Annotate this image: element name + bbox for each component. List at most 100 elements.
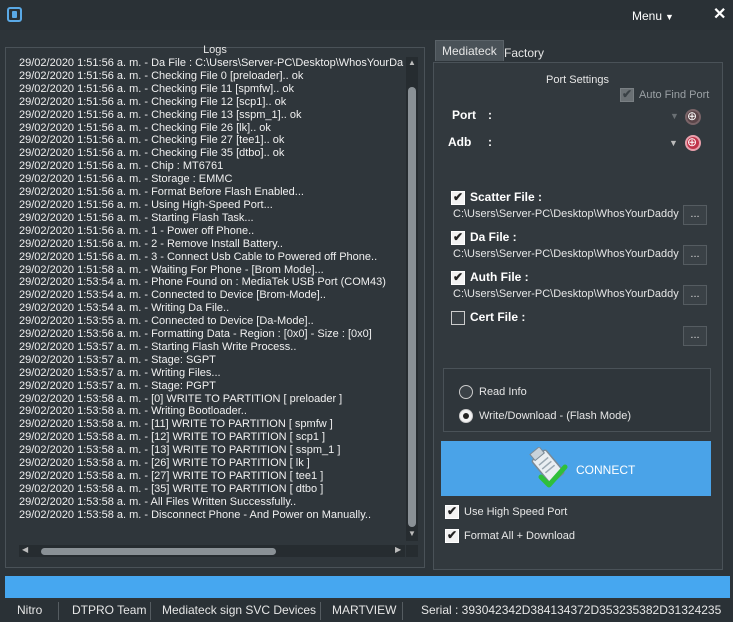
log-line: 29/02/2020 1:53:58 a. m. - [27] WRITE TO… — [19, 470, 324, 482]
log-line: 29/02/2020 1:53:54 a. m. - Connected to … — [19, 289, 326, 302]
da-file-checkbox[interactable]: Da File : — [451, 230, 517, 245]
auto-find-label: Auto Find Port — [639, 88, 710, 101]
scroll-left-icon[interactable]: ◀ — [22, 545, 28, 554]
high-speed-port-checkbox[interactable]: Use High Speed Port — [445, 504, 568, 519]
da-file-label: Da File : — [470, 230, 517, 244]
status-item-serial: Serial : 393042342D384134372D353235382D3… — [421, 603, 722, 617]
log-line: 29/02/2020 1:51:56 a. m. - Chip : MT6761 — [19, 160, 224, 173]
log-line: 29/02/2020 1:53:58 a. m. - Writing Bootl… — [19, 405, 247, 418]
port-refresh-icon[interactable] — [685, 109, 701, 125]
horizontal-scrollbar[interactable]: ◀ ▶ — [19, 545, 405, 557]
scroll-up-icon[interactable]: ▲ — [407, 58, 417, 67]
read-info-label: Read Info — [479, 386, 527, 398]
checkbox-icon[interactable] — [445, 528, 459, 543]
scroll-down-icon[interactable]: ▼ — [407, 529, 417, 538]
app-icon — [7, 7, 22, 22]
scroll-right-icon[interactable]: ▶ — [395, 545, 401, 554]
log-line: 29/02/2020 1:53:58 a. m. - [12] WRITE TO… — [19, 431, 326, 444]
da-file-path: C:\Users\Server-PC\Desktop\WhosYourDaddy — [453, 248, 679, 260]
cert-file-label: Cert File : — [470, 310, 526, 324]
connect-label: CONNECT — [576, 463, 636, 477]
high-speed-label: Use High Speed Port — [464, 505, 568, 518]
cert-browse-button[interactable]: ... — [683, 326, 707, 346]
log-line: 29/02/2020 1:53:58 a. m. - Disconnect Ph… — [19, 508, 372, 521]
menu-label: Menu — [632, 9, 663, 23]
status-separator — [150, 602, 151, 620]
checkbox-icon[interactable] — [451, 230, 465, 245]
adb-dropdown-icon[interactable]: ▼ — [669, 138, 678, 148]
read-info-radio[interactable] — [459, 385, 473, 399]
scrollbar-thumb[interactable] — [408, 87, 416, 527]
log-line: 29/02/2020 1:53:58 a. m. - [35] WRITE TO… — [19, 482, 324, 495]
vertical-scrollbar[interactable]: ▲ ▼ — [406, 57, 418, 541]
log-line: 29/02/2020 1:53:54 a. m. - Phone Found o… — [19, 276, 386, 289]
status-separator — [58, 602, 59, 620]
port-dropdown-icon[interactable]: ▼ — [670, 111, 679, 121]
chevron-down-icon: ▼ — [665, 12, 674, 22]
scrollbar-corner — [406, 545, 418, 557]
scrollbar-thumb[interactable] — [41, 548, 276, 555]
port-label: Port — [452, 108, 476, 122]
adb-label: Adb — [448, 135, 472, 149]
log-line: 29/02/2020 1:53:58 a. m. - All Files Wri… — [19, 495, 297, 508]
log-line: 29/02/2020 1:53:57 a. m. - Writing Files… — [19, 366, 221, 379]
scatter-file-checkbox[interactable]: Scatter File : — [451, 190, 542, 205]
checkbox-icon[interactable] — [620, 87, 634, 102]
log-line: 29/02/2020 1:53:58 a. m. - [26] WRITE TO… — [19, 457, 310, 470]
title-bar: Menu ▼ ✕ — [0, 0, 733, 30]
status-separator — [402, 602, 403, 620]
log-line: 29/02/2020 1:51:58 a. m. - Waiting For P… — [19, 263, 324, 276]
log-line: 29/02/2020 1:51:56 a. m. - Starting Flas… — [19, 211, 254, 224]
checkbox-icon[interactable] — [451, 190, 465, 205]
log-line: 29/02/2020 1:51:56 a. m. - Da File : C:\… — [19, 57, 404, 69]
checkbox-icon[interactable] — [445, 504, 459, 519]
checkbox-icon[interactable] — [451, 310, 465, 325]
log-line: 29/02/2020 1:51:56 a. m. - 3 - Connect U… — [19, 250, 378, 263]
format-all-label: Format All + Download — [464, 529, 575, 542]
connect-button[interactable]: CONNECT — [441, 441, 711, 496]
log-line: 29/02/2020 1:51:56 a. m. - Checking File… — [19, 108, 302, 121]
log-line: 29/02/2020 1:51:56 a. m. - Checking File… — [19, 82, 294, 95]
auth-browse-button[interactable]: ... — [683, 285, 707, 305]
logs-title: Logs — [203, 44, 227, 56]
auth-file-path: C:\Users\Server-PC\Desktop\WhosYourDaddy — [453, 288, 679, 300]
logs-list[interactable]: 29/02/2020 1:51:56 a. m. - Da File : C:\… — [19, 57, 404, 535]
log-line: 29/02/2020 1:51:56 a. m. - Format Before… — [19, 186, 304, 199]
scatter-file-label: Scatter File : — [470, 190, 543, 204]
checkbox-icon[interactable] — [451, 270, 465, 285]
log-line: 29/02/2020 1:51:56 a. m. - Checking File… — [19, 95, 287, 108]
log-line: 29/02/2020 1:51:56 a. m. - 2 - Remove In… — [19, 237, 283, 250]
tab-mediateck[interactable]: Mediateck — [435, 40, 504, 61]
da-browse-button[interactable]: ... — [683, 245, 707, 265]
port-colon: : — [488, 108, 492, 122]
log-line: 29/02/2020 1:53:57 a. m. - Starting Flas… — [19, 340, 297, 353]
auth-file-checkbox[interactable]: Auth File : — [451, 270, 529, 285]
log-line: 29/02/2020 1:51:56 a. m. - Checking File… — [19, 134, 285, 147]
status-separator — [320, 602, 321, 620]
log-line: 29/02/2020 1:53:57 a. m. - Stage: PGPT — [19, 379, 216, 392]
status-item-martview: MARTVIEW — [332, 603, 397, 617]
log-line: 29/02/2020 1:51:56 a. m. - 1 - Power off… — [19, 224, 255, 237]
port-settings-title: Port Settings — [546, 74, 609, 86]
auto-find-port-checkbox[interactable]: Auto Find Port — [620, 87, 710, 102]
log-line: 29/02/2020 1:51:56 a. m. - Checking File… — [19, 69, 304, 82]
log-line: 29/02/2020 1:53:58 a. m. - [11] WRITE TO… — [19, 418, 333, 431]
close-icon[interactable]: ✕ — [713, 4, 726, 24]
status-item-nitro: Nitro — [17, 603, 43, 617]
cert-file-checkbox[interactable]: Cert File : — [451, 310, 525, 325]
tab-factory[interactable]: Factory — [498, 43, 550, 64]
log-line: 29/02/2020 1:53:58 a. m. - [0] WRITE TO … — [19, 392, 343, 405]
menu-button[interactable]: Menu ▼ — [632, 9, 674, 23]
write-download-radio[interactable] — [459, 409, 473, 423]
status-bar: Nitro DTPRO Team Mediateck sign SVC Devi… — [0, 600, 733, 622]
status-item-team: DTPRO Team — [72, 603, 147, 617]
scatter-browse-button[interactable]: ... — [683, 205, 707, 225]
write-download-label: Write/Download - (Flash Mode) — [479, 410, 632, 422]
progress-bar — [5, 576, 730, 598]
scatter-file-path: C:\Users\Server-PC\Desktop\WhosYourDaddy — [453, 208, 679, 220]
adb-refresh-icon[interactable] — [685, 135, 701, 151]
log-line: 29/02/2020 1:51:56 a. m. - Checking File… — [19, 147, 285, 160]
log-line: 29/02/2020 1:53:57 a. m. - Stage: SGPT — [19, 353, 216, 366]
log-line: 29/02/2020 1:51:56 a. m. - Checking File… — [19, 121, 271, 134]
format-all-checkbox[interactable]: Format All + Download — [445, 528, 575, 543]
